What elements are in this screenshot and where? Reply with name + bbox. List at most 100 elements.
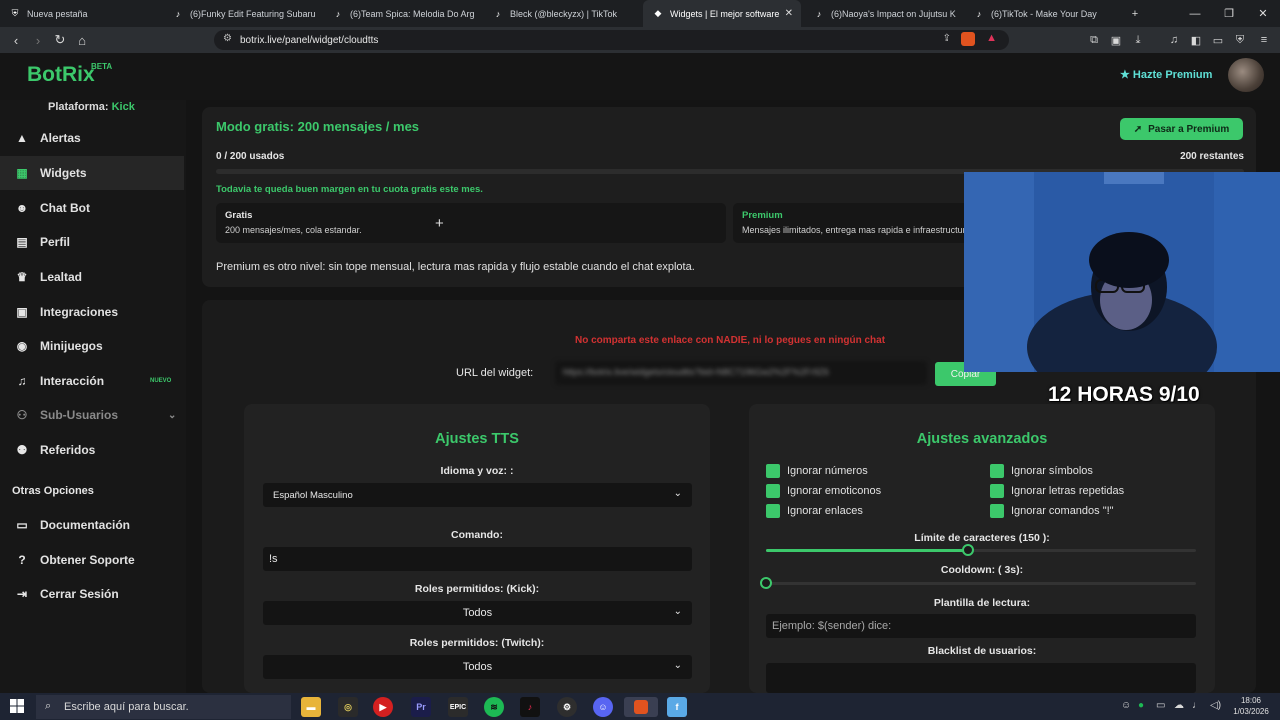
- sidebar-item-integraciones[interactable]: ▣ Integraciones: [0, 295, 184, 329]
- brave-rewards-icon[interactable]: ▲: [986, 32, 997, 44]
- char-limit-slider[interactable]: [766, 544, 1196, 556]
- template-input[interactable]: Ejemplo: $(sender) dice:: [766, 614, 1196, 638]
- beta-badge: BETA: [91, 62, 113, 71]
- app-f-icon[interactable]: f: [667, 697, 687, 717]
- sidebar-item-documentacion[interactable]: ▭ Documentación: [0, 508, 184, 542]
- media-icon[interactable]: ♫: [1166, 32, 1182, 48]
- cooldown-label: Cooldown: ( 3s):: [940, 564, 1024, 576]
- security-warning: No comparta este enlace con NADIE, ni lo…: [574, 335, 886, 346]
- widget-url-field[interactable]: https://botrix.live/widgets/cloudtts?bid…: [555, 361, 927, 385]
- sidebar-item-chat-bot[interactable]: ☻ Chat Bot: [0, 191, 184, 225]
- spotify-icon[interactable]: ≋: [484, 697, 504, 717]
- tab-tiktok-3[interactable]: ♪ Bleck (@bleckyzx) | TikTok: [483, 0, 641, 27]
- brave-shield-icon: ⛨: [11, 8, 19, 18]
- tab-tiktok-2[interactable]: ♪ (6)Team Spica: Melodia Do Arg: [323, 0, 481, 27]
- vpn-icon[interactable]: ⛨: [1232, 32, 1248, 48]
- maximize-icon[interactable]: ❐: [1212, 0, 1246, 27]
- discord-tray-icon[interactable]: ☺: [1121, 700, 1131, 711]
- botrix-logo[interactable]: BotRix: [27, 63, 95, 87]
- quota-footer: Premium es otro nivel: sin tope mensual,…: [216, 261, 695, 273]
- tab-widgets[interactable]: ◆ Widgets | El mejor software ✕: [643, 0, 801, 27]
- sidebar-item-perfil[interactable]: ▤ Perfil: [0, 225, 184, 259]
- menu-icon[interactable]: ≡: [1256, 32, 1272, 48]
- voice-select[interactable]: Español Masculino ⌄: [263, 483, 692, 507]
- sidebar-item-sub-usuarios[interactable]: ⚇ Sub-Usuarios ⌄: [0, 398, 184, 432]
- volume-icon[interactable]: ◁): [1210, 700, 1221, 711]
- back-arrow-icon[interactable]: ‹: [7, 31, 25, 49]
- new-tab-plus-icon[interactable]: +: [1118, 0, 1152, 27]
- id-card-icon: ▤: [16, 235, 28, 249]
- ignore-symbols-checkbox[interactable]: Ignorar símbolos: [990, 464, 1093, 478]
- tab-tiktok-4[interactable]: ♪ (6)Naoya's Impact on Jujutsu K: [804, 0, 962, 27]
- reload-icon[interactable]: ↻: [51, 31, 69, 49]
- brave-shields-icon[interactable]: [961, 32, 975, 46]
- quota-note: Todavia te queda buen margen en tu cuota…: [216, 184, 483, 195]
- sidebar-item-referidos[interactable]: ⚉ Referidos: [0, 433, 184, 467]
- sidebar-item-cerrar-sesion[interactable]: ⇥ Cerrar Sesión: [0, 577, 184, 611]
- windows-start-icon[interactable]: [10, 699, 24, 713]
- tab-tiktok-5[interactable]: ♪ (6)TikTok - Make Your Day: [964, 0, 1122, 27]
- hazte-premium-link[interactable]: ★ Hazte Premium: [1120, 68, 1212, 81]
- ignore-emotes-checkbox[interactable]: Ignorar emoticonos: [766, 484, 881, 498]
- home-icon[interactable]: ⌂: [73, 31, 91, 49]
- roles-twitch-select[interactable]: Todos ⌄: [263, 655, 692, 679]
- pasar-a-premium-button[interactable]: ➚ Pasar a Premium: [1120, 118, 1243, 140]
- sidebar-item-widgets[interactable]: ▦ Widgets: [0, 156, 184, 190]
- spotify-tray-icon[interactable]: ●: [1138, 700, 1144, 711]
- ignore-links-checkbox[interactable]: Ignorar enlaces: [766, 504, 863, 518]
- cloud-icon[interactable]: ☁: [1174, 700, 1184, 711]
- command-input[interactable]: !s: [263, 547, 692, 571]
- steam-icon[interactable]: ⚙: [557, 697, 577, 717]
- taskbar-clock[interactable]: 18:06 1/03/2026: [1228, 695, 1274, 717]
- network-icon[interactable]: ▭: [1156, 700, 1165, 711]
- ignore-repeated-letters-checkbox[interactable]: Ignorar letras repetidas: [990, 484, 1124, 498]
- sidebar-item-lealtad[interactable]: ♛ Lealtad: [0, 260, 184, 294]
- close-tab-icon[interactable]: ✕: [785, 8, 793, 19]
- slider-knob[interactable]: [760, 577, 772, 589]
- wallet-icon[interactable]: ▭: [1210, 32, 1226, 48]
- site-settings-icon[interactable]: ⚙: [223, 33, 232, 44]
- browser-address-bar: ‹ › ↻ ⌂ ⚙ botrix.live/panel/widget/cloud…: [0, 27, 1280, 53]
- plan-name: Gratis: [225, 210, 253, 221]
- screenshot-icon[interactable]: ▣: [1108, 32, 1124, 48]
- epic-games-icon[interactable]: EPIC: [448, 697, 468, 717]
- cooldown-slider[interactable]: [760, 577, 1196, 589]
- ignore-numbers-checkbox[interactable]: Ignorar números: [766, 464, 868, 478]
- tab-tiktok-1[interactable]: ♪ (6)Funky Edit Featuring Subaru: [163, 0, 321, 27]
- platform-label: Plataforma: Kick: [48, 101, 135, 113]
- ignore-commands-checkbox[interactable]: Ignorar comandos "!": [990, 504, 1114, 518]
- taskbar-search-input[interactable]: ⌕ Escribe aquí para buscar.: [36, 695, 291, 719]
- quota-title: Modo gratis: 200 mensajes / mes: [216, 119, 420, 134]
- minimize-icon[interactable]: —: [1178, 0, 1212, 27]
- discord-icon[interactable]: ☺: [593, 697, 613, 717]
- extensions-icon[interactable]: ⧉: [1086, 32, 1102, 48]
- sidebar-item-interaccion[interactable]: ♫ Interacción NUEVO: [0, 364, 184, 398]
- forward-arrow-icon[interactable]: ›: [29, 31, 47, 49]
- checkbox-checked-icon: [766, 484, 780, 498]
- brave-taskbar-icon[interactable]: [624, 697, 658, 717]
- slider-fill: [766, 549, 969, 552]
- sidebar-item-soporte[interactable]: ? Obtener Soporte: [0, 543, 184, 577]
- roles-kick-select[interactable]: Todos ⌄: [263, 601, 692, 625]
- file-explorer-icon[interactable]: ▬: [301, 697, 321, 717]
- avatar[interactable]: [1228, 58, 1264, 92]
- close-window-icon[interactable]: ✕: [1246, 0, 1280, 27]
- tab-new[interactable]: ⛨ Nueva pestaña: [0, 0, 160, 27]
- sidebar-item-alertas[interactable]: ▲ Alertas: [0, 121, 184, 155]
- user-group-icon: ⚉: [16, 443, 28, 457]
- checkbox-checked-icon: [766, 464, 780, 478]
- slider-knob[interactable]: [962, 544, 975, 556]
- microphone-icon[interactable]: ♩: [1192, 700, 1202, 711]
- app-icon[interactable]: ◎: [338, 697, 358, 717]
- sidebar-toggle-icon[interactable]: ◧: [1188, 32, 1204, 48]
- premiere-icon[interactable]: Pr: [411, 697, 431, 717]
- url-field[interactable]: ⚙ botrix.live/panel/widget/cloudtts ⇪ ▲: [214, 30, 1009, 50]
- share-icon[interactable]: ⇪: [943, 33, 951, 44]
- warning-icon: ▲: [16, 131, 28, 145]
- downloads-icon[interactable]: ⤓: [1130, 32, 1146, 48]
- blacklist-input[interactable]: [766, 663, 1196, 693]
- tiktok-app-icon[interactable]: ♪: [520, 697, 540, 717]
- media-player-icon[interactable]: ▶: [373, 697, 393, 717]
- sidebar-item-minijuegos[interactable]: ◉ Minijuegos: [0, 329, 184, 363]
- search-icon: ⌕: [45, 700, 52, 712]
